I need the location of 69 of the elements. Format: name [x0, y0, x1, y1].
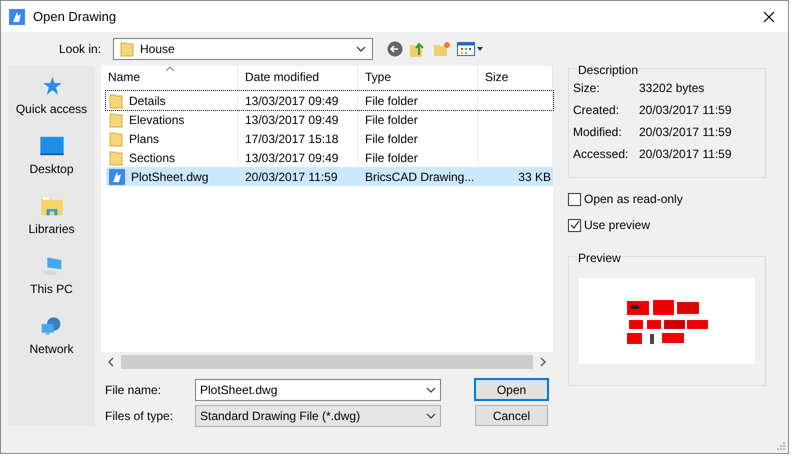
drawing-file-icon — [109, 168, 125, 184]
checkbox[interactable] — [568, 192, 581, 206]
field-label: Files of type: — [104, 408, 174, 425]
file-row[interactable]: Plans 17/03/2017 15:18 File folder — [106, 129, 553, 148]
size-text: 33 KB — [518, 168, 551, 186]
window-title: Open Drawing — [33, 8, 116, 26]
scroll-right-icon[interactable] — [540, 357, 546, 367]
property-value: 20/03/2017 11:59 — [639, 146, 732, 161]
type-text: File folder — [364, 92, 419, 110]
view-menu-icon[interactable] — [457, 42, 483, 56]
chevron-down-icon — [426, 387, 436, 393]
column-header[interactable]: Date modified — [238, 66, 358, 88]
checkbox-label: Open as read-only — [584, 191, 683, 208]
look-in-dropdown[interactable]: House — [113, 38, 373, 60]
checkbox-label: Use preview — [584, 217, 650, 234]
file-name-text: Details — [129, 92, 166, 110]
property-value: 20/03/2017 11:59 — [639, 102, 732, 117]
file-name-text: Sections — [129, 150, 176, 166]
drawing-file-icon — [9, 8, 25, 24]
type-text: File folder — [364, 130, 419, 148]
field-label: File name: — [104, 382, 162, 399]
file-row[interactable]: Elevations 13/03/2017 09:49 File folder — [106, 110, 553, 129]
places-item[interactable]: Libraries — [28, 196, 75, 238]
type-text: File folder — [364, 112, 419, 128]
date-text: 20/03/2017 11:59 — [244, 168, 339, 186]
date-text: 17/03/2017 15:18 — [244, 130, 340, 148]
folder-icon — [120, 41, 134, 57]
scroll-left-icon[interactable] — [108, 357, 114, 367]
places-item[interactable]: Network — [29, 316, 74, 358]
file-name-text: Elevations — [129, 112, 184, 128]
file-row[interactable]: Details 13/03/2017 09:49 File folder — [106, 91, 553, 110]
folder-icon — [109, 92, 123, 108]
type-text: BricsCAD Drawing... — [364, 168, 476, 186]
column-header[interactable]: Name — [101, 66, 238, 88]
resize-grip-icon[interactable] — [777, 442, 785, 450]
property-label: Size: — [573, 80, 601, 95]
file-name-text: PlotSheet.dwg — [131, 168, 208, 186]
back-icon[interactable] — [387, 41, 403, 57]
chevron-down-icon — [426, 413, 436, 419]
dialog-button[interactable]: Open — [475, 379, 548, 400]
file-row[interactable]: PlotSheet.dwg 20/03/2017 11:59 BricsCAD Drawing... 33 KB — [106, 167, 553, 186]
chevron-down-icon — [356, 46, 366, 52]
file-type-dropdown[interactable]: Standard Drawing File (*.dwg) — [195, 405, 441, 427]
property-value: 33202 bytes — [639, 80, 704, 95]
column-header[interactable]: Size — [478, 66, 553, 88]
file-row[interactable]: Sections 13/03/2017 09:49 File folder — [106, 148, 553, 167]
type-text: File folder — [364, 150, 419, 166]
date-text: 13/03/2017 09:49 — [244, 112, 340, 128]
folder-icon — [109, 112, 123, 128]
look-in-label: Look in: — [59, 41, 102, 58]
folder-icon — [109, 150, 123, 166]
date-text: 13/03/2017 09:49 — [244, 150, 340, 166]
property-label: Accessed: — [573, 146, 630, 161]
date-text: 13/03/2017 09:49 — [244, 92, 340, 110]
property-value: 20/03/2017 11:59 — [639, 124, 732, 139]
dialog-button[interactable]: Cancel — [475, 405, 548, 426]
folder-icon — [109, 130, 123, 146]
places-item[interactable]: Desktop — [29, 136, 74, 178]
property-label: Created: — [573, 102, 620, 117]
places-item[interactable]: This PC — [30, 256, 73, 298]
file-name-text: Plans — [129, 130, 160, 148]
column-header[interactable]: Type — [358, 66, 478, 88]
scrollbar-thumb[interactable] — [121, 355, 533, 369]
places-item[interactable]: Quick access — [16, 76, 88, 118]
close-icon[interactable] — [763, 10, 775, 22]
checkbox[interactable] — [568, 218, 581, 232]
property-label: Modified: — [573, 124, 623, 139]
sort-ascending-icon — [165, 66, 175, 71]
file-name-field[interactable]: PlotSheet.dwg — [195, 379, 441, 401]
